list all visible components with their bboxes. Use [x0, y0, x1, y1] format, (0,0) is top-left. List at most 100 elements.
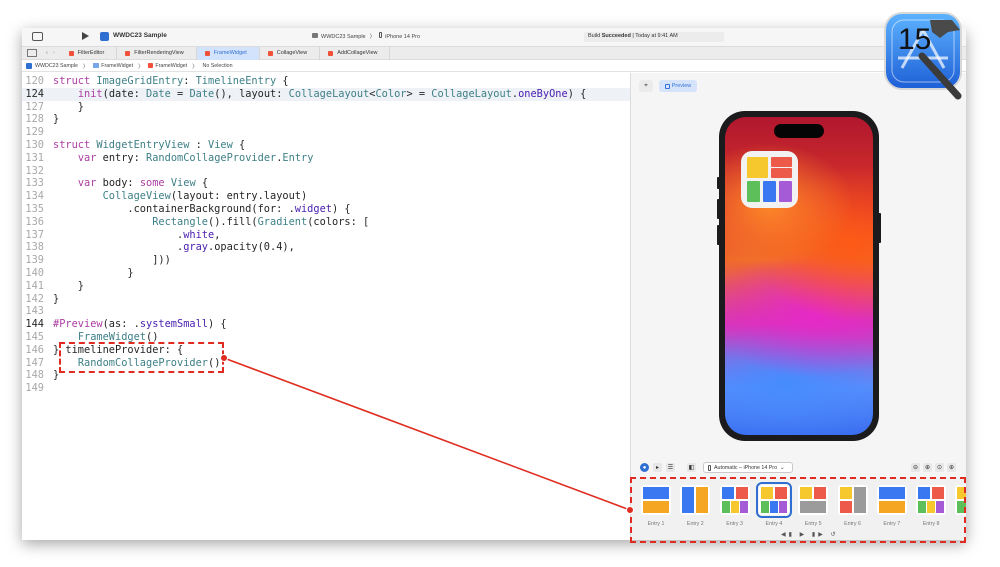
code-line[interactable]: 132: [22, 165, 630, 178]
code-line[interactable]: 128}: [22, 113, 630, 126]
code-line[interactable]: 140 }: [22, 267, 630, 280]
tab-frame-widget[interactable]: FrameWidget: [196, 46, 260, 60]
code-line[interactable]: 124 init(date: Date = Date(), layout: Co…: [22, 87, 630, 101]
line-number: 138: [25, 241, 44, 254]
code-text: }: [53, 279, 84, 292]
tab-collage-view[interactable]: CollageView: [260, 46, 321, 60]
zoom-in-icon[interactable]: ⊕: [947, 463, 956, 472]
tab-label: CollageView: [276, 50, 308, 56]
code-line[interactable]: 120 struct ImageGridEntry: TimelineEntry …: [22, 75, 630, 88]
source-editor[interactable]: 120 struct ImageGridEntry: TimelineEntry …: [22, 73, 630, 540]
code-line[interactable]: 144 #Preview(as: .systemSmall) {: [22, 318, 630, 331]
preview-canvas: ⌖ Preview ● ▸ ☰ ◧ Automatic – iPhone 14 …: [630, 73, 966, 540]
code-line[interactable]: 135 .containerBackground(for: .widget) {: [22, 203, 630, 216]
tab-add-collage-view[interactable]: AddCollageView: [320, 46, 391, 60]
line-number: 145: [25, 331, 44, 343]
line-number: 141: [25, 279, 44, 292]
code-line[interactable]: 149: [22, 382, 630, 395]
line-number: 132: [25, 164, 44, 177]
device-settings-icon[interactable]: ◧: [687, 463, 696, 472]
line-number: 130: [25, 139, 44, 151]
editor-tab-bar: ‹ › FilterEditor FilterRenderingView Fra…: [22, 46, 966, 60]
sidebar-toggle-icon[interactable]: [32, 32, 43, 41]
code-line[interactable]: 141 }: [22, 280, 630, 293]
code-line[interactable]: 136 Rectangle().fill(Gradient(colors: [: [22, 216, 630, 229]
code-line[interactable]: 134 CollageView(layout: entry.layout): [22, 190, 630, 203]
code-text: ])): [53, 254, 171, 267]
pin-icon[interactable]: ⌖: [639, 80, 653, 92]
build-status: Build Succeeded | Today at 9:41 AM: [584, 32, 724, 42]
code-text: var entry: RandomCollageProvider.Entry: [77, 151, 314, 164]
build-status-result: Succeeded: [601, 33, 631, 39]
code-text: .containerBackground(for: .widget) {: [53, 203, 351, 215]
tab-label: FilterEditor: [77, 50, 105, 56]
tab-filter-editor[interactable]: FilterEditor: [61, 46, 118, 60]
zoom-to-fit-icon[interactable]: ⊕: [923, 463, 932, 472]
device-selector[interactable]: Automatic – iPhone 14 Pro ⌄: [703, 462, 793, 473]
run-icon[interactable]: [82, 32, 89, 40]
code-text: struct ImageGridEntry: TimelineEntry {: [53, 75, 289, 87]
code-line[interactable]: 137 .white,: [22, 229, 630, 242]
back-icon[interactable]: ‹: [46, 50, 48, 56]
code-line[interactable]: 143: [22, 305, 630, 318]
chevron-right-icon: 〉: [138, 63, 144, 70]
line-number: 131: [25, 151, 44, 164]
code-line[interactable]: 142}: [22, 293, 630, 306]
zoom-actual-icon[interactable]: ⊙: [935, 463, 944, 472]
chevron-right-icon: 〉: [369, 34, 376, 40]
swift-file-icon: [267, 50, 273, 56]
scheme-selector[interactable]: WWDC23 Sample 〉 iPhone 14 Pro: [312, 32, 420, 40]
code-line[interactable]: 127 }: [22, 101, 630, 114]
preview-label: Preview: [671, 83, 692, 89]
line-number: 124: [25, 87, 44, 100]
preview-icon: [664, 83, 670, 89]
breadcrumb-file[interactable]: FrameWidget: [155, 63, 187, 69]
swift-file-icon: [148, 63, 154, 68]
code-text: var body: some View {: [77, 177, 209, 190]
dynamic-island: [774, 124, 824, 138]
selectable-mode-icon[interactable]: ▸: [653, 463, 662, 472]
line-number: 136: [25, 215, 44, 228]
code-line[interactable]: 130 struct WidgetEntryView : View {: [22, 139, 630, 152]
code-line[interactable]: 138 .gray.opacity(0.4),: [22, 241, 630, 254]
toolbar: WWDC23 Sample WWDC23 Sample 〉 iPhone 14 Pr…: [22, 28, 966, 46]
zoom-out-icon[interactable]: ⊖: [911, 463, 920, 472]
tab-label: FilterRenderingView: [134, 50, 184, 56]
home-screen: [725, 117, 873, 435]
collage-widget[interactable]: [741, 151, 798, 208]
tab-filter-rendering-view[interactable]: FilterRenderingView: [117, 46, 197, 60]
preview-button[interactable]: Preview: [659, 80, 697, 92]
live-mode-icon[interactable]: ●: [640, 463, 649, 472]
code-text: }: [53, 113, 60, 126]
code-line[interactable]: 129: [22, 126, 630, 139]
build-status-prefix: Build: [588, 33, 601, 39]
breadcrumb-project[interactable]: WWDC23 Sample: [35, 63, 78, 69]
tab-label: FrameWidget: [213, 50, 247, 56]
line-number: 146: [25, 343, 44, 356]
line-number: 133: [25, 177, 44, 190]
chevron-down-icon: ⌄: [780, 464, 785, 471]
forward-icon[interactable]: ›: [53, 50, 55, 56]
xcode-window: WWDC23 Sample WWDC23 Sample 〉 iPhone 14 Pr…: [22, 28, 966, 540]
project-title: WWDC23 Sample: [113, 32, 167, 39]
widget-tile: [747, 157, 768, 178]
variants-icon[interactable]: ☰: [666, 463, 675, 472]
build-status-time: | Today at 9:41 AM: [632, 33, 678, 39]
breadcrumb-folder[interactable]: FrameWidget: [101, 63, 133, 69]
widget-tile: [779, 181, 792, 202]
line-number: 144: [25, 318, 44, 331]
code-line[interactable]: 131 var entry: RandomCollageProvider.Ent…: [22, 152, 630, 165]
breadcrumb-selection[interactable]: No Selection: [203, 63, 233, 69]
grid-icon[interactable]: [27, 49, 37, 57]
code-line[interactable]: 133 var body: some View {: [22, 177, 630, 190]
code-text: }: [53, 292, 60, 305]
swift-file-icon: [328, 50, 334, 56]
device-selector-label: Automatic – iPhone 14 Pro: [714, 464, 778, 471]
code-text: CollageView(layout: entry.layout): [102, 190, 308, 203]
code-line[interactable]: 139 ])): [22, 254, 630, 267]
widget-tile: [747, 181, 760, 202]
line-number: 140: [25, 267, 44, 279]
run-destination: iPhone 14 Pro: [385, 34, 420, 40]
swift-file-icon: [204, 50, 210, 56]
swift-file-icon: [68, 50, 74, 56]
